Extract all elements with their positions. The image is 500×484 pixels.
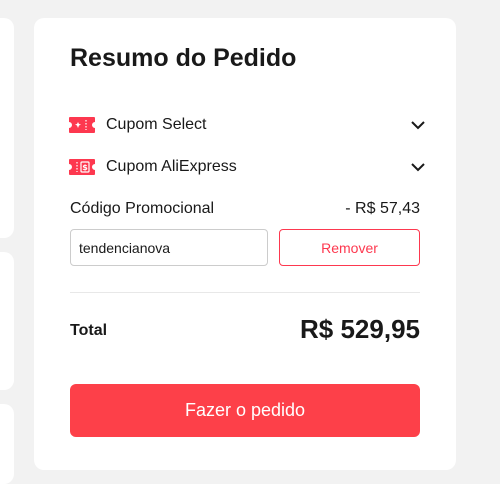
svg-text:$: $	[82, 163, 88, 172]
promo-code-input[interactable]	[70, 229, 268, 266]
page-title: Resumo do Pedido	[70, 44, 297, 72]
place-order-button[interactable]: Fazer o pedido	[70, 384, 420, 437]
left-card-bottom	[0, 404, 14, 484]
coupon-select-row[interactable]: Cupom Select	[68, 112, 426, 138]
coupon-aliexpress-label: Cupom AliExpress	[106, 158, 237, 175]
order-summary-panel: Resumo do Pedido Cupom Select $ Cupom Al…	[34, 18, 456, 470]
remove-promo-button[interactable]: Remover	[279, 229, 420, 266]
chevron-down-icon[interactable]	[410, 117, 426, 133]
promo-discount-value: - R$ 57,43	[345, 200, 420, 217]
total-value: R$ 529,95	[300, 314, 420, 344]
total-label: Total	[70, 322, 108, 339]
divider	[70, 292, 420, 293]
left-card-top	[0, 18, 14, 238]
coupon-aliexpress-icon: $	[68, 158, 96, 176]
promo-code-label: Código Promocional	[70, 200, 215, 217]
coupon-select-icon	[68, 116, 96, 134]
chevron-down-icon[interactable]	[410, 159, 426, 175]
coupon-aliexpress-row[interactable]: $ Cupom AliExpress	[68, 154, 426, 180]
coupon-select-label: Cupom Select	[106, 116, 207, 133]
left-card-middle	[0, 252, 14, 390]
